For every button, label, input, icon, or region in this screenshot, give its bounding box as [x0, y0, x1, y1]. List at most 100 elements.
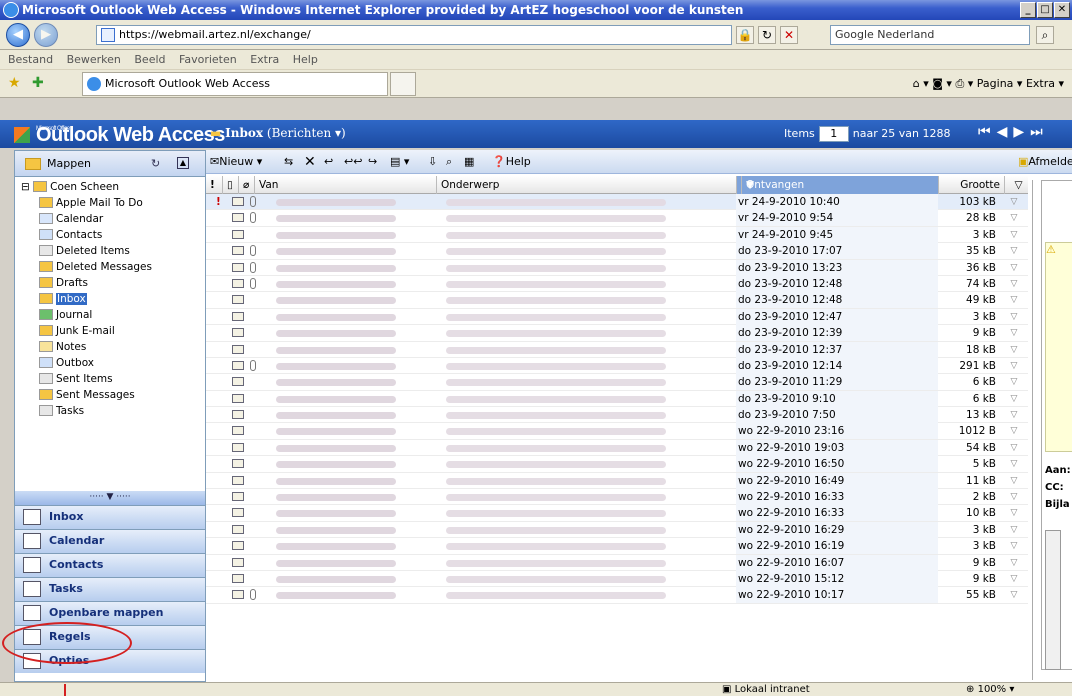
back-button[interactable]: ◀ — [6, 23, 30, 47]
flag-icon[interactable]: ▽ — [1004, 538, 1024, 554]
flag-icon[interactable]: ▽ — [1004, 194, 1024, 210]
table-row[interactable]: do 23-9-2010 9:10 6 kB ▽ — [206, 390, 1028, 408]
flag-icon[interactable]: ▽ — [1004, 555, 1024, 571]
refresh-button[interactable]: ↻ — [758, 26, 776, 44]
received-column[interactable]: Ontvangen ▼ — [736, 176, 938, 194]
tree-folder-outbox[interactable]: Outbox — [15, 355, 205, 371]
next-page-icon[interactable]: ▶ — [1013, 124, 1030, 140]
close-button[interactable]: ✕ — [1054, 2, 1070, 18]
flag-icon[interactable]: ▽ — [1004, 440, 1024, 456]
menu-item-extra[interactable]: Extra — [250, 53, 279, 66]
collapse-icon[interactable]: ▲ — [177, 157, 189, 169]
pane-splitter[interactable]: ····· ▼ ····· — [15, 491, 205, 505]
page-number-input[interactable]: 1 — [818, 126, 849, 142]
flag-icon[interactable]: ▽ — [1004, 489, 1024, 505]
collapse-tree-icon[interactable]: ⊟ — [21, 181, 30, 193]
flag-icon[interactable]: ▽ — [1004, 407, 1024, 423]
tree-folder-apple-mail-to-do[interactable]: Apple Mail To Do — [15, 195, 205, 211]
table-row[interactable]: do 23-9-2010 12:37 18 kB ▽ — [206, 341, 1028, 358]
table-row[interactable]: do 23-9-2010 12:14 291 kB ▽ — [206, 357, 1028, 375]
tree-folder-inbox[interactable]: Inbox — [15, 291, 205, 307]
from-column[interactable]: Van — [254, 176, 436, 194]
table-row[interactable]: wo 22-9-2010 16:33 10 kB ▽ — [206, 505, 1028, 522]
table-row[interactable]: wo 22-9-2010 16:33 2 kB ▽ — [206, 489, 1028, 506]
flag-icon[interactable]: ▽ — [1004, 473, 1024, 489]
table-row[interactable]: wo 22-9-2010 16:50 5 kB ▽ — [206, 456, 1028, 473]
browser-tab[interactable]: Microsoft Outlook Web Access — [82, 72, 388, 96]
flag-icon[interactable]: ▽ — [1004, 210, 1024, 226]
table-row[interactable]: wo 22-9-2010 10:17 55 kB ▽ — [206, 587, 1028, 604]
flag-icon[interactable]: ▽ — [1004, 276, 1024, 292]
forward-button[interactable]: ▶ — [34, 23, 58, 47]
table-row[interactable]: do 23-9-2010 13:23 36 kB ▽ — [206, 259, 1028, 276]
add-favorite-icon[interactable]: ✚ — [32, 75, 44, 91]
flag-column[interactable]: ▽ — [1004, 176, 1028, 194]
table-row[interactable]: wo 22-9-2010 16:07 9 kB ▽ — [206, 554, 1028, 571]
table-row[interactable]: do 23-9-2010 17:07 35 kB ▽ — [206, 243, 1028, 260]
flag-icon[interactable]: ▽ — [1004, 522, 1024, 538]
menu-item-bewerken[interactable]: Bewerken — [67, 53, 121, 66]
flag-icon[interactable]: ▽ — [1004, 587, 1024, 603]
tree-folder-notes[interactable]: Notes — [15, 339, 205, 355]
nav-button-calendar[interactable]: Calendar — [15, 529, 205, 553]
flag-icon[interactable]: ▽ — [1004, 571, 1024, 587]
table-row[interactable]: do 23-9-2010 12:47 3 kB ▽ — [206, 308, 1028, 326]
flag-icon[interactable]: ▽ — [1004, 358, 1024, 374]
new-tab-button[interactable] — [390, 72, 416, 96]
lock-icon[interactable]: 🔒 — [736, 26, 754, 44]
nav-button-inbox[interactable]: Inbox — [15, 505, 205, 529]
nav-button-public-folders[interactable]: Openbare mappen — [15, 601, 205, 625]
table-row[interactable]: do 23-9-2010 11:29 6 kB ▽ — [206, 374, 1028, 391]
flag-icon[interactable]: ▽ — [1004, 456, 1024, 472]
table-row[interactable]: vr 24-9-2010 9:45 3 kB ▽ — [206, 226, 1028, 244]
reply-icon[interactable]: ↩ — [324, 150, 333, 174]
forward-icon[interactable]: ↪ — [368, 150, 377, 174]
flag-icon[interactable]: ▽ — [1004, 342, 1024, 358]
flag-icon[interactable]: ▽ — [1004, 325, 1024, 341]
view-icon[interactable]: ▤ ▾ — [390, 150, 409, 174]
flag-icon[interactable]: ▽ — [1004, 227, 1024, 243]
table-row[interactable]: vr 24-9-2010 9:54 28 kB ▽ — [206, 210, 1028, 227]
menu-item-favorieten[interactable]: Favorieten — [179, 53, 237, 66]
table-row[interactable]: wo 22-9-2010 16:19 3 kB ▽ — [206, 538, 1028, 555]
table-row[interactable]: wo 22-9-2010 23:16 1012 B ▽ — [206, 423, 1028, 440]
help-button[interactable]: ❓Help — [492, 150, 531, 174]
tree-folder-sent-messages[interactable]: Sent Messages — [15, 387, 205, 403]
zoom-control[interactable]: ⊕ 100% ▾ — [966, 683, 1014, 696]
prev-page-icon[interactable]: ◀ — [997, 124, 1014, 140]
flag-icon[interactable]: ▽ — [1004, 292, 1024, 308]
nav-button-tasks[interactable]: Tasks — [15, 577, 205, 601]
flag-icon[interactable]: ▽ — [1004, 374, 1024, 390]
attachment-column[interactable]: ⌀ — [238, 176, 252, 194]
print-icon[interactable]: ⎙ ▾ — [955, 77, 973, 90]
flag-icon[interactable]: ▽ — [1004, 309, 1024, 325]
check-messages-icon[interactable]: ⇩ — [428, 150, 437, 174]
address-field[interactable]: https://webmail.artez.nl/exchange/ — [96, 25, 732, 45]
size-column[interactable]: Grootte — [938, 176, 1004, 194]
table-row[interactable]: ! vr 24-9-2010 10:40 103 kB ▽ — [206, 194, 1028, 211]
subject-column[interactable]: Onderwerp — [436, 176, 736, 194]
reply-all-icon[interactable]: ↩↩ — [344, 150, 362, 174]
tree-folder-drafts[interactable]: Drafts — [15, 275, 205, 291]
find-icon[interactable]: ⌕ — [446, 150, 452, 174]
address-book-icon[interactable]: ▦ — [464, 150, 474, 174]
importance-column[interactable]: ! — [206, 176, 218, 194]
tree-folder-contacts[interactable]: Contacts — [15, 227, 205, 243]
nav-button-contacts[interactable]: Contacts — [15, 553, 205, 577]
search-icon[interactable]: ⌕ — [1036, 26, 1054, 44]
delete-icon[interactable]: ✕ — [304, 150, 316, 174]
menu-item-help[interactable]: Help — [293, 53, 318, 66]
table-row[interactable]: wo 22-9-2010 15:12 9 kB ▽ — [206, 570, 1028, 588]
feeds-icon[interactable]: ◙ ▾ — [932, 77, 952, 90]
tree-folder-journal[interactable]: Journal — [15, 307, 205, 323]
tree-folder-calendar[interactable]: Calendar — [15, 211, 205, 227]
maximize-button[interactable]: □ — [1037, 2, 1053, 18]
search-input[interactable]: Google Nederland — [830, 25, 1030, 45]
tree-folder-deleted-messages[interactable]: Deleted Messages — [15, 259, 205, 275]
page-tools-menu[interactable]: Pagina ▾ Extra ▾ — [977, 77, 1064, 90]
flag-icon[interactable]: ▽ — [1004, 505, 1024, 521]
tree-root[interactable]: ⊟ Coen Scheen — [15, 179, 205, 195]
move-icon[interactable]: ⇆ — [284, 150, 293, 174]
folder-view-menu[interactable]: (Berichten ▾) — [267, 126, 346, 140]
table-row[interactable]: do 23-9-2010 7:50 13 kB ▽ — [206, 407, 1028, 424]
